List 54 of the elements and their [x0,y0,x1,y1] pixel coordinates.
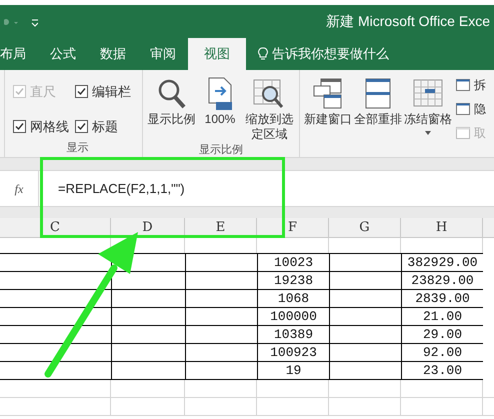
lightbulb-icon [258,47,268,61]
column-header[interactable]: D [142,220,153,235]
table-cell-text: 2839.00 [415,290,470,308]
checkbox-label: 直尺 [30,83,56,101]
arrange-icon [365,78,391,110]
table-cell-text: 1068 [278,290,310,308]
table-cell-text: 29.00 [422,326,462,344]
table-cell-text: 19238 [274,272,313,290]
table-cell-text: 382929.00 [407,254,478,272]
checkbox[interactable] [75,85,88,98]
window-split-icon [456,127,470,139]
windows-icon [313,78,343,110]
table-cell-text: 100000 [270,308,317,326]
table-cell-text: 100923 [270,344,317,362]
ribbon-button[interactable]: 缩放到选定区域 [244,76,294,142]
table-cell-text: 19 [286,362,302,380]
ribbon-small-button[interactable]: 隐 [456,100,486,118]
table-cell-text: 21.00 [422,308,462,326]
ribbon-button[interactable]: 冻结窗格 [404,76,452,157]
ribbon-tab[interactable]: 审阅 [138,38,188,70]
column-header[interactable]: E [216,220,226,235]
ribbon-tab[interactable]: 公式 [38,38,88,70]
ribbon-tab[interactable]: 视图 [188,38,246,70]
checkbox-label: 标题 [92,118,118,136]
table-cell-text: 23829.00 [411,272,474,290]
ribbon-button[interactable]: 显示比例 [148,76,196,142]
group-label: 显示 [66,140,88,156]
search-icon [156,78,187,110]
table-cell-text: 23.00 [422,362,462,380]
ribbon-button[interactable]: 全部重排 [354,76,402,157]
ribbon-small-button[interactable]: 拆 [456,76,486,94]
checkbox[interactable] [75,120,88,133]
table-cell-text: 10389 [274,326,313,344]
ribbon-tab[interactable]: 布局 [0,38,38,70]
tell-me-field[interactable]: 告诉我你想要做什么 [258,38,389,70]
ribbon-tab[interactable]: 数据 [88,38,138,70]
column-header[interactable]: C [50,220,60,235]
checkbox-label: 编辑栏 [92,83,131,101]
ribbon-button[interactable]: 新建窗口 [304,76,352,157]
checkbox[interactable] [13,120,26,133]
zoom-grid-icon [253,78,286,110]
table-cell-text: 10023 [274,254,313,272]
window-split-icon [456,103,470,115]
checkbox-label: 网格线 [30,118,69,136]
ribbon-button[interactable]: 100% [204,76,236,142]
column-header[interactable]: H [436,220,448,235]
column-header[interactable]: F [288,220,298,235]
function-label: fx [14,180,24,198]
group-label: 显示比例 [199,143,243,158]
window-title: 新建 Microsoft Office Exce [326,12,490,31]
page-arrow-icon [206,77,234,111]
table-cell-text: 92.00 [422,344,462,362]
window-split-icon [456,79,470,91]
column-header[interactable]: G [359,220,370,235]
